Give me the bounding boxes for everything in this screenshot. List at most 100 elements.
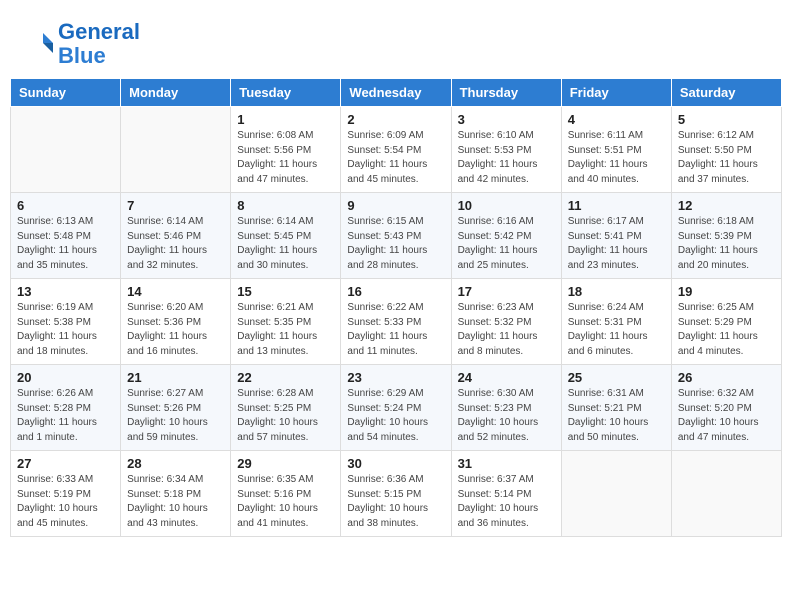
day-info: Sunrise: 6:30 AM Sunset: 5:23 PM Dayligh… bbox=[458, 387, 555, 445]
calendar-cell: 17 Sunrise: 6:23 AM Sunset: 5:32 PM Dayli… bbox=[451, 279, 561, 365]
calendar-cell: 16 Sunrise: 6:22 AM Sunset: 5:33 PM Dayli… bbox=[341, 279, 451, 365]
day-number: 29 bbox=[237, 456, 334, 471]
calendar-cell: 13 Sunrise: 6:19 AM Sunset: 5:38 PM Dayli… bbox=[11, 279, 121, 365]
day-info: Sunrise: 6:11 AM Sunset: 5:51 PM Dayligh… bbox=[568, 129, 665, 187]
weekday-header-friday: Friday bbox=[561, 79, 671, 107]
day-number: 9 bbox=[347, 198, 444, 213]
day-info: Sunrise: 6:25 AM Sunset: 5:29 PM Dayligh… bbox=[678, 301, 775, 359]
weekday-header-sunday: Sunday bbox=[11, 79, 121, 107]
calendar-cell: 28Sunrise: 6:34 AM Sunset: 5:18 PM Dayli… bbox=[121, 451, 231, 537]
calendar-cell: 8 Sunrise: 6:14 AM Sunset: 5:45 PM Daylig… bbox=[231, 193, 341, 279]
calendar-cell bbox=[561, 451, 671, 537]
day-number: 15 bbox=[237, 284, 334, 299]
calendar-cell: 12 Sunrise: 6:18 AM Sunset: 5:39 PM Dayli… bbox=[671, 193, 781, 279]
logo-icon bbox=[25, 29, 55, 59]
calendar-cell: 14 Sunrise: 6:20 AM Sunset: 5:36 PM Dayli… bbox=[121, 279, 231, 365]
calendar-cell: 23 Sunrise: 6:29 AM Sunset: 5:24 PM Dayli… bbox=[341, 365, 451, 451]
day-number: 26 bbox=[678, 370, 775, 385]
day-info: Sunrise: 6:21 AM Sunset: 5:35 PM Dayligh… bbox=[237, 301, 334, 359]
calendar-cell: 1Sunrise: 6:08 AM Sunset: 5:56 PM Daylig… bbox=[231, 107, 341, 193]
day-number: 30 bbox=[347, 456, 444, 471]
day-info: Sunrise: 6:28 AM Sunset: 5:25 PM Dayligh… bbox=[237, 387, 334, 445]
day-info: Sunrise: 6:24 AM Sunset: 5:31 PM Dayligh… bbox=[568, 301, 665, 359]
calendar-cell: 27 Sunrise: 6:33 AM Sunset: 5:19 PM Dayli… bbox=[11, 451, 121, 537]
day-number: 25 bbox=[568, 370, 665, 385]
day-number: 16 bbox=[347, 284, 444, 299]
day-info: Sunrise: 6:14 AM Sunset: 5:45 PM Dayligh… bbox=[237, 215, 334, 273]
day-number: 17 bbox=[458, 284, 555, 299]
day-number: 13 bbox=[17, 284, 114, 299]
day-info: Sunrise: 6:19 AM Sunset: 5:38 PM Dayligh… bbox=[17, 301, 114, 359]
day-info: Sunrise: 6:12 AM Sunset: 5:50 PM Dayligh… bbox=[678, 129, 775, 187]
day-info: Sunrise: 6:18 AM Sunset: 5:39 PM Dayligh… bbox=[678, 215, 775, 273]
day-number: 12 bbox=[678, 198, 775, 213]
calendar-cell: 26 Sunrise: 6:32 AM Sunset: 5:20 PM Dayli… bbox=[671, 365, 781, 451]
day-info: Sunrise: 6:15 AM Sunset: 5:43 PM Dayligh… bbox=[347, 215, 444, 273]
calendar-cell: 24 Sunrise: 6:30 AM Sunset: 5:23 PM Dayli… bbox=[451, 365, 561, 451]
calendar-cell: 11 Sunrise: 6:17 AM Sunset: 5:41 PM Dayli… bbox=[561, 193, 671, 279]
weekday-header-thursday: Thursday bbox=[451, 79, 561, 107]
day-number: 4 bbox=[568, 112, 665, 127]
weekday-header-saturday: Saturday bbox=[671, 79, 781, 107]
calendar-cell: 2 Sunrise: 6:09 AM Sunset: 5:54 PM Daylig… bbox=[341, 107, 451, 193]
day-info: Sunrise: 6:35 AM Sunset: 5:16 PM Dayligh… bbox=[237, 473, 334, 531]
calendar-cell: 21 Sunrise: 6:27 AM Sunset: 5:26 PM Dayli… bbox=[121, 365, 231, 451]
calendar-cell: 7 Sunrise: 6:14 AM Sunset: 5:46 PM Daylig… bbox=[121, 193, 231, 279]
day-info: Sunrise: 6:22 AM Sunset: 5:33 PM Dayligh… bbox=[347, 301, 444, 359]
weekday-header-wednesday: Wednesday bbox=[341, 79, 451, 107]
day-number: 31 bbox=[458, 456, 555, 471]
day-number: 11 bbox=[568, 198, 665, 213]
day-number: 14 bbox=[127, 284, 224, 299]
day-number: 6 bbox=[17, 198, 114, 213]
logo-text: General Blue bbox=[58, 20, 140, 68]
day-info: Sunrise: 6:32 AM Sunset: 5:20 PM Dayligh… bbox=[678, 387, 775, 445]
page-header: General Blue bbox=[10, 10, 782, 73]
day-info: Sunrise: 6:16 AM Sunset: 5:42 PM Dayligh… bbox=[458, 215, 555, 273]
calendar-cell: 18 Sunrise: 6:24 AM Sunset: 5:31 PM Dayli… bbox=[561, 279, 671, 365]
day-info: Sunrise: 6:31 AM Sunset: 5:21 PM Dayligh… bbox=[568, 387, 665, 445]
calendar-cell: 5 Sunrise: 6:12 AM Sunset: 5:50 PM Daylig… bbox=[671, 107, 781, 193]
day-number: 19 bbox=[678, 284, 775, 299]
day-number: 7 bbox=[127, 198, 224, 213]
day-info: Sunrise: 6:26 AM Sunset: 5:28 PM Dayligh… bbox=[17, 387, 114, 445]
calendar-cell: 15 Sunrise: 6:21 AM Sunset: 5:35 PM Dayli… bbox=[231, 279, 341, 365]
calendar-cell bbox=[121, 107, 231, 193]
calendar-cell: 19 Sunrise: 6:25 AM Sunset: 5:29 PM Dayli… bbox=[671, 279, 781, 365]
day-number: 23 bbox=[347, 370, 444, 385]
day-number: 24 bbox=[458, 370, 555, 385]
day-info: Sunrise: 6:37 AM Sunset: 5:14 PM Dayligh… bbox=[458, 473, 555, 531]
day-info: Sunrise: 6:14 AM Sunset: 5:46 PM Dayligh… bbox=[127, 215, 224, 273]
day-number: 20 bbox=[17, 370, 114, 385]
calendar-cell: 25 Sunrise: 6:31 AM Sunset: 5:21 PM Dayli… bbox=[561, 365, 671, 451]
weekday-header-monday: Monday bbox=[121, 79, 231, 107]
day-info: Sunrise: 6:20 AM Sunset: 5:36 PM Dayligh… bbox=[127, 301, 224, 359]
calendar-cell: 3Sunrise: 6:10 AM Sunset: 5:53 PM Daylig… bbox=[451, 107, 561, 193]
logo: General Blue bbox=[25, 20, 140, 68]
day-number: 18 bbox=[568, 284, 665, 299]
day-info: Sunrise: 6:23 AM Sunset: 5:32 PM Dayligh… bbox=[458, 301, 555, 359]
calendar-cell bbox=[11, 107, 121, 193]
calendar-table: SundayMondayTuesdayWednesdayThursdayFrid… bbox=[10, 78, 782, 537]
day-info: Sunrise: 6:13 AM Sunset: 5:48 PM Dayligh… bbox=[17, 215, 114, 273]
day-info: Sunrise: 6:27 AM Sunset: 5:26 PM Dayligh… bbox=[127, 387, 224, 445]
calendar-cell: 6 Sunrise: 6:13 AM Sunset: 5:48 PM Daylig… bbox=[11, 193, 121, 279]
day-number: 3 bbox=[458, 112, 555, 127]
day-number: 21 bbox=[127, 370, 224, 385]
calendar-cell: 4 Sunrise: 6:11 AM Sunset: 5:51 PM Daylig… bbox=[561, 107, 671, 193]
day-info: Sunrise: 6:33 AM Sunset: 5:19 PM Dayligh… bbox=[17, 473, 114, 531]
calendar-cell: 29 Sunrise: 6:35 AM Sunset: 5:16 PM Dayli… bbox=[231, 451, 341, 537]
day-info: Sunrise: 6:09 AM Sunset: 5:54 PM Dayligh… bbox=[347, 129, 444, 187]
calendar-cell: 31 Sunrise: 6:37 AM Sunset: 5:14 PM Dayli… bbox=[451, 451, 561, 537]
calendar-cell: 9 Sunrise: 6:15 AM Sunset: 5:43 PM Daylig… bbox=[341, 193, 451, 279]
day-number: 5 bbox=[678, 112, 775, 127]
day-number: 22 bbox=[237, 370, 334, 385]
day-number: 27 bbox=[17, 456, 114, 471]
calendar-cell: 22 Sunrise: 6:28 AM Sunset: 5:25 PM Dayli… bbox=[231, 365, 341, 451]
day-info: Sunrise: 6:29 AM Sunset: 5:24 PM Dayligh… bbox=[347, 387, 444, 445]
day-info: Sunrise: 6:17 AM Sunset: 5:41 PM Dayligh… bbox=[568, 215, 665, 273]
day-number: 10 bbox=[458, 198, 555, 213]
day-number: 8 bbox=[237, 198, 334, 213]
day-number: 2 bbox=[347, 112, 444, 127]
calendar-cell bbox=[671, 451, 781, 537]
day-number: 1 bbox=[237, 112, 334, 127]
